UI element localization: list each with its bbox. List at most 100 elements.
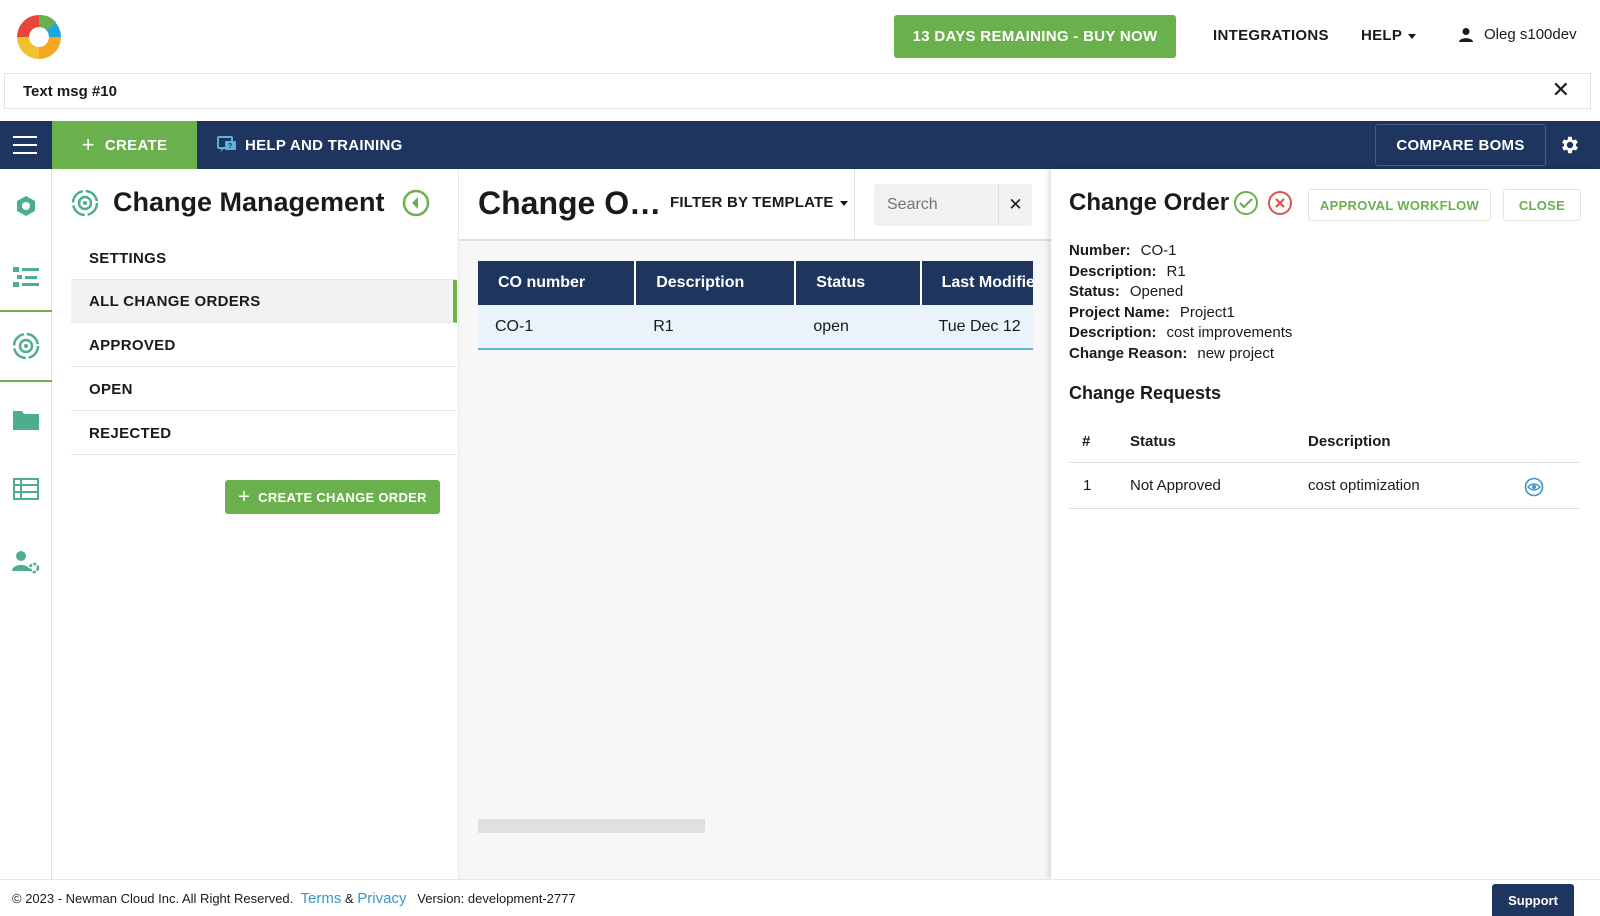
menu-item-rejected[interactable]: REJECTED	[71, 412, 457, 455]
field-label: Description:	[1069, 324, 1157, 342]
plus-icon: +	[81, 132, 95, 157]
cell-number: 1	[1083, 477, 1092, 494]
rail-item-user-settings[interactable]	[0, 539, 52, 585]
field-label: Project Name:	[1069, 303, 1170, 321]
approval-workflow-button[interactable]: APPROVAL WORKFLOW	[1308, 189, 1491, 221]
field-description-2: Description: cost improvements	[1069, 323, 1292, 344]
version-text: Version: development-2777	[417, 891, 576, 906]
search-input[interactable]	[874, 184, 999, 226]
field-label: Description:	[1069, 262, 1157, 280]
field-number: Number: CO-1	[1069, 241, 1292, 262]
help-training-label: HELP AND TRAINING	[245, 136, 403, 154]
create-label: CREATE	[104, 136, 168, 154]
horizontal-scrollbar[interactable]	[478, 819, 705, 833]
cell-status: Not Approved	[1130, 477, 1221, 494]
cell-description: R1	[653, 317, 674, 335]
clear-search-icon[interactable]: ✕	[998, 184, 1032, 226]
rail-item-projects[interactable]	[0, 396, 52, 442]
create-change-order-button[interactable]: + CREATE CHANGE ORDER	[225, 480, 440, 514]
approve-icon[interactable]	[1233, 190, 1259, 216]
close-button[interactable]: CLOSE	[1503, 189, 1581, 221]
menu-item-settings[interactable]: SETTINGS	[71, 237, 457, 280]
change-orders-table: CO number Description Status Last Modifi…	[478, 261, 1033, 350]
change-management-panel: Change Management SETTINGS ALL CHANGE OR…	[52, 169, 459, 879]
rail-item-tables[interactable]	[0, 466, 52, 512]
table-header: CO number Description Status Last Modifi…	[478, 261, 1033, 305]
field-value: cost improvements	[1166, 324, 1293, 342]
caret-down-icon	[839, 200, 848, 206]
user-name: Oleg s100dev	[1484, 26, 1577, 43]
filter-by-template-dropdown[interactable]: FILTER BY TEMPLATE	[670, 194, 848, 211]
change-order-detail-panel: Change Order APPROVAL WORKFLOW CLOSE Num…	[1051, 169, 1600, 879]
field-label: Change Reason:	[1069, 344, 1188, 362]
requests-header: # Status Description	[1069, 419, 1580, 463]
help-chat-icon: ?	[217, 136, 236, 152]
gear-icon[interactable]	[1559, 134, 1581, 156]
rail-item-home[interactable]	[0, 183, 52, 229]
filter-label: FILTER BY TEMPLATE	[670, 194, 834, 211]
table-row[interactable]: 1 Not Approved cost optimization	[1069, 463, 1580, 509]
column-header-last-modified[interactable]: Last Modified	[922, 261, 1033, 305]
field-project-name: Project Name: Project1	[1069, 303, 1292, 324]
icon-rail	[0, 169, 52, 879]
buy-now-button[interactable]: 13 DAYS REMAINING - BUY NOW	[894, 15, 1176, 58]
reject-icon[interactable]	[1267, 190, 1293, 216]
cell-description: cost optimization	[1308, 477, 1420, 494]
column-header-co-number[interactable]: CO number	[478, 261, 637, 305]
field-value: Project1	[1179, 303, 1235, 321]
compare-boms-button[interactable]: COMPARE BOMS	[1375, 124, 1546, 166]
plus-icon: +	[238, 485, 251, 508]
field-value: CO-1	[1140, 242, 1177, 259]
cell-status: open	[813, 317, 849, 335]
column-header-status[interactable]: Status	[796, 261, 922, 305]
help-menu[interactable]: HELP	[1361, 27, 1417, 44]
create-change-order-label: CREATE CHANGE ORDER	[258, 489, 427, 505]
column-header-status: Status	[1130, 433, 1176, 450]
field-value: R1	[1166, 262, 1186, 280]
column-header-description[interactable]: Description	[636, 261, 797, 305]
main-navbar: + CREATE ? HELP AND TRAINING COMPARE BOM…	[0, 121, 1600, 169]
support-button[interactable]: Support	[1492, 884, 1574, 916]
detail-title: Change Order	[1069, 189, 1230, 216]
panel-title: Change Management	[113, 187, 385, 217]
field-value: Opened	[1129, 283, 1184, 301]
field-label: Number:	[1069, 242, 1131, 259]
collapse-left-icon[interactable]	[402, 189, 430, 217]
rail-item-change-management[interactable]	[0, 323, 52, 369]
tab-title: Text msg #10	[23, 83, 117, 100]
footer: © 2023 - Newman Cloud Inc. All Right Res…	[0, 879, 1600, 916]
menu-item-all-change-orders[interactable]: ALL CHANGE ORDERS	[71, 280, 457, 323]
user-menu[interactable]: Oleg s100dev	[1458, 26, 1577, 43]
help-label: HELP	[1361, 27, 1403, 44]
cell-last-modified: Tue Dec 12	[938, 317, 1021, 335]
change-requests-title: Change Requests	[1069, 383, 1222, 403]
user-settings-icon	[12, 551, 40, 574]
change-orders-list-panel: Change Orders FILTER BY TEMPLATE ✕ CO nu…	[459, 169, 1051, 879]
app-logo[interactable]	[14, 12, 64, 62]
field-label: Status:	[1069, 283, 1120, 301]
menu-item-open[interactable]: OPEN	[71, 368, 457, 411]
column-header-description: Description	[1308, 433, 1391, 450]
rail-item-items[interactable]	[0, 254, 52, 300]
top-bar: 13 DAYS REMAINING - BUY NOW INTEGRATIONS…	[0, 0, 1600, 72]
terms-link[interactable]: Terms	[301, 890, 342, 907]
hamburger-menu-icon[interactable]	[13, 136, 37, 154]
privacy-link[interactable]: Privacy	[357, 890, 406, 907]
field-description: Description: R1	[1069, 262, 1292, 283]
user-icon	[1459, 27, 1473, 42]
folder-icon	[13, 411, 39, 430]
list-header: Change Orders FILTER BY TEMPLATE ✕	[459, 169, 1051, 241]
document-tab: Text msg #10 ✕	[4, 73, 1591, 109]
footer-text: © 2023 - Newman Cloud Inc. All Right Res…	[12, 890, 576, 907]
search-box: ✕	[874, 184, 1032, 226]
create-button[interactable]: + CREATE	[52, 121, 197, 169]
copyright: © 2023 - Newman Cloud Inc. All Right Res…	[12, 891, 294, 906]
svg-text:?: ?	[228, 143, 233, 150]
menu-item-approved[interactable]: APPROVED	[71, 324, 457, 367]
table-row[interactable]: CO-1 R1 open Tue Dec 12	[478, 305, 1033, 350]
eye-icon[interactable]	[1524, 477, 1544, 497]
help-and-training-button[interactable]: ? HELP AND TRAINING	[217, 135, 403, 155]
close-icon[interactable]: ✕	[1552, 79, 1570, 101]
integrations-link[interactable]: INTEGRATIONS	[1213, 27, 1329, 44]
field-value: new project	[1197, 344, 1275, 362]
